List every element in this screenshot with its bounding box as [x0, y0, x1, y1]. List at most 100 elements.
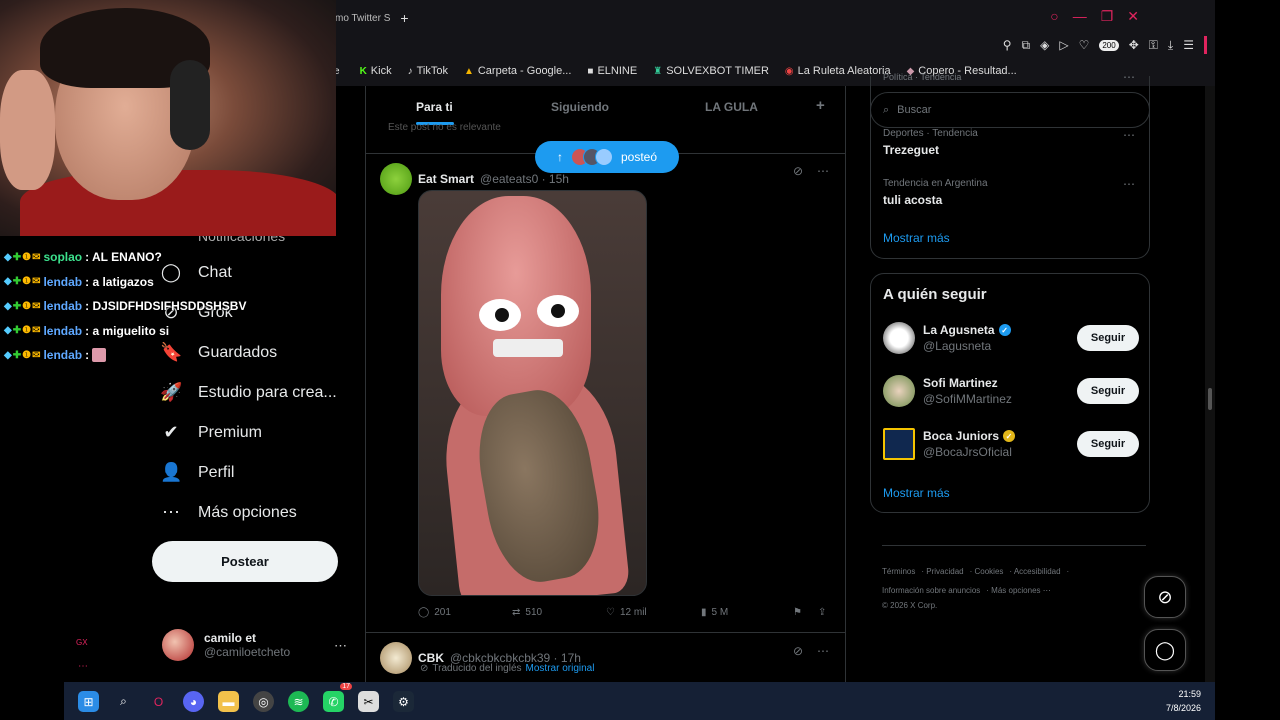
bookmark-solvexbot[interactable]: ♜ SOLVEXBOT TIMER [653, 65, 769, 77]
grok-icon[interactable]: ⊘ [793, 164, 803, 178]
bookmark-icon: ⚑ [793, 607, 802, 618]
capcut-icon[interactable]: ✂ [358, 691, 379, 712]
grok-icon[interactable]: ⊘ [793, 644, 803, 658]
footer-link[interactable]: Privacidad [926, 567, 963, 576]
nav-creator-studio[interactable]: 🚀 Estudio para crea... [160, 382, 337, 403]
extension-badge[interactable]: 200 [1099, 39, 1119, 51]
tweet-image[interactable] [418, 190, 647, 596]
file-explorer-icon[interactable]: ▬ [218, 691, 239, 712]
new-posts-pill[interactable]: ↑ posteó [535, 141, 679, 173]
reply-button[interactable]: ◯ 201 [418, 607, 451, 618]
menu-icon[interactable]: ☰ [1183, 38, 1194, 52]
gx-more-icon[interactable]: ⋯ [78, 661, 88, 672]
footer-link[interactable]: Cookies [974, 567, 1003, 576]
follow-suggestion[interactable]: Sofi Martinez @SofiMMartinez Seguir [883, 375, 1139, 407]
browser-tab[interactable]: itmo Twitter S [330, 13, 390, 24]
follow-suggestion[interactable]: Boca Juniors ✓ @BocaJrsOficial Seguir [883, 428, 1139, 460]
bookmark-kick[interactable]: K Kick [360, 65, 392, 77]
tweet-display-name[interactable]: Eat Smart [418, 172, 474, 186]
show-more-link[interactable]: Mostrar más [883, 231, 950, 245]
trend-item[interactable]: Tendencia en Argentina tuli acosta [883, 178, 988, 207]
bookmark-elnine[interactable]: ■ ELNINE [587, 65, 637, 77]
footer-link[interactable]: Términos [882, 567, 915, 576]
discord-icon[interactable]: ◕ [183, 691, 204, 712]
send-icon[interactable]: ▷ [1059, 38, 1068, 52]
grok-float-button[interactable]: ⊘ [1144, 576, 1186, 618]
like-button[interactable]: ♡ 12 mil [606, 607, 647, 618]
windows-start-icon[interactable]: ⊞ [78, 691, 99, 712]
footer-link[interactable]: Accesibilidad [1014, 567, 1061, 576]
gx-logo: GX [76, 638, 88, 647]
show-original-link[interactable]: Mostrar original [526, 663, 595, 674]
scrollbar[interactable] [1205, 86, 1215, 682]
bookmark-button[interactable]: ⚑ [793, 607, 802, 618]
vpn-icon[interactable]: ⚿ [1149, 38, 1158, 53]
trend-more-icon[interactable]: ⋯ [1123, 70, 1135, 84]
opera-icon[interactable]: O [148, 691, 169, 712]
post-button[interactable]: Postear [152, 541, 338, 582]
follow-button[interactable]: Seguir [1077, 325, 1139, 351]
footer-link[interactable]: Más opciones ⋯ [991, 586, 1051, 595]
snapshot-icon[interactable]: ⧉ [1022, 38, 1031, 53]
avatar [162, 629, 194, 661]
elnine-icon: ■ [587, 65, 594, 77]
heart-icon[interactable]: ♡ [1079, 38, 1090, 52]
window-controls: ○ — ❐ ✕ [1050, 8, 1139, 25]
chat-text: : a latigazos [85, 274, 154, 289]
trend-more-icon[interactable]: ⋯ [1123, 177, 1135, 191]
account-switcher[interactable]: camilo et @camiloetcheto [162, 629, 290, 661]
opera-gx-icon[interactable]: ◎ [253, 691, 274, 712]
avatar[interactable] [380, 642, 412, 674]
search-icon[interactable]: ⌕ [113, 691, 134, 712]
more-icon[interactable]: ⋯ [817, 164, 829, 178]
more-icon[interactable]: ⋯ [817, 644, 829, 658]
footer-link[interactable]: Información sobre anuncios [882, 586, 980, 595]
tab-following[interactable]: Siguiendo [551, 100, 609, 114]
search-input[interactable]: ⌕ Buscar [870, 92, 1150, 128]
shield-icon[interactable]: ◈ [1040, 38, 1049, 52]
download-icon[interactable]: ⤓ [1168, 38, 1173, 53]
maximize-button[interactable]: ❐ [1101, 8, 1114, 25]
bookmark-drive[interactable]: ▲ Carpeta - Google... [464, 65, 571, 77]
follow-suggestion[interactable]: La Agusneta ✓ @Lagusneta Seguir [883, 322, 1139, 354]
premium-icon: ✔ [163, 422, 179, 442]
follow-button[interactable]: Seguir [1077, 431, 1139, 457]
whatsapp-icon[interactable]: ✆ 17 [323, 683, 352, 712]
close-button[interactable]: ✕ [1127, 8, 1139, 25]
steam-icon[interactable]: ⚙ [393, 691, 414, 712]
minimize-button[interactable]: — [1073, 8, 1087, 25]
new-tab-button[interactable]: + [400, 10, 408, 26]
tweet-handle[interactable]: @eateats0 · 15h [480, 172, 569, 186]
timeline: Para ti Siguiendo LA GULA + Este post no… [365, 86, 846, 682]
avatar[interactable] [380, 163, 412, 195]
scrollbar-thumb[interactable] [1208, 388, 1212, 410]
views-button[interactable]: ▮ 5 M [701, 607, 728, 618]
nav-premium[interactable]: ✔ Premium [160, 422, 262, 443]
search-icon[interactable]: ○ [1050, 8, 1058, 25]
repost-button[interactable]: ⇄ 510 [512, 607, 542, 618]
message-icon: ◯ [1154, 639, 1176, 660]
add-tab-button[interactable]: + [816, 97, 825, 114]
webcam-overlay [0, 0, 336, 236]
headset [170, 60, 210, 150]
trend-more-icon[interactable]: ⋯ [1123, 128, 1135, 142]
share-button[interactable]: ⇪ [818, 607, 826, 618]
puzzle-icon[interactable]: ✥ [1129, 38, 1139, 52]
tab-la-gula[interactable]: LA GULA [705, 100, 758, 114]
show-more-link[interactable]: Mostrar más [883, 486, 950, 500]
bookmark-tiktok[interactable]: ♪ TikTok [408, 65, 448, 77]
pin-icon[interactable]: ⚲ [1003, 38, 1012, 52]
follow-button[interactable]: Seguir [1077, 378, 1139, 404]
nav-profile[interactable]: 👤 Perfil [160, 462, 234, 483]
avatar [594, 148, 613, 166]
right-sidebar: Política · Tendencia ⋯ Deportes · Tenden… [846, 70, 1215, 682]
copyright: © 2026 X Corp. [882, 601, 938, 610]
tab-for-you[interactable]: Para ti [416, 100, 453, 114]
trend-item[interactable]: Deportes · Tendencia Trezeguet [883, 128, 978, 157]
account-more-icon[interactable]: ⋯ [334, 638, 347, 654]
spotify-icon[interactable]: ≋ [288, 691, 309, 712]
system-clock[interactable]: 21:59 7/8/2026 [1166, 687, 1201, 715]
messages-float-button[interactable]: ◯ [1144, 629, 1186, 671]
nav-more-options[interactable]: ⋯ Más opciones [160, 502, 297, 523]
webcam-hand [0, 70, 55, 190]
